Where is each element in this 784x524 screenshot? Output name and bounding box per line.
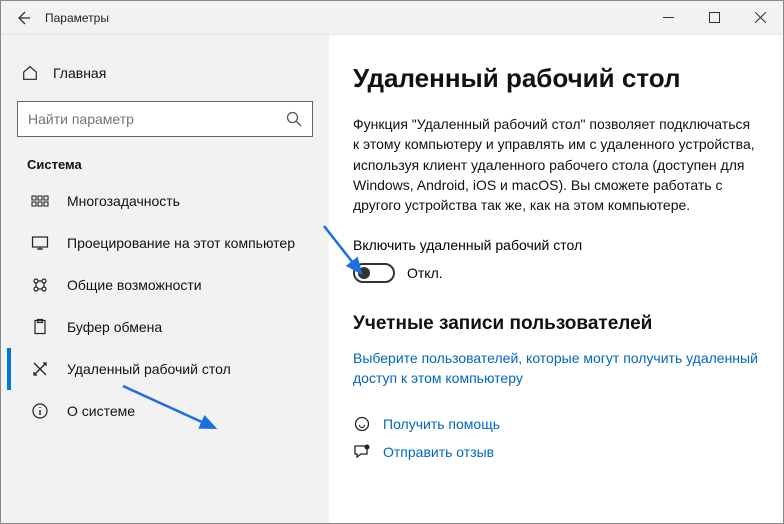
toggle-label: Включить удаленный рабочий стол [353, 237, 759, 253]
get-help-row[interactable]: Получить помощь [353, 415, 759, 433]
sidebar-item-multitasking[interactable]: Многозадачность [7, 180, 323, 222]
sidebar-section-title: Система [27, 157, 323, 172]
back-button[interactable] [1, 1, 45, 35]
sidebar-item-remote-desktop[interactable]: Удаленный рабочий стол [7, 348, 323, 390]
projecting-icon [31, 234, 49, 252]
feedback-link: Отправить отзыв [383, 444, 494, 460]
sidebar-home-label: Главная [53, 65, 106, 81]
sidebar-item-projecting[interactable]: Проецирование на этот компьютер [7, 222, 323, 264]
feedback-row[interactable]: Отправить отзыв [353, 443, 759, 461]
sidebar-nav: Многозадачность Проецирование на этот ко… [7, 180, 323, 432]
sidebar: Главная Система Многозадачность [1, 35, 329, 523]
sidebar-item-label: О системе [67, 403, 135, 419]
toggle-state-label: Откл. [407, 265, 443, 281]
about-icon [31, 402, 49, 420]
window-controls [645, 1, 783, 35]
minimize-button[interactable] [645, 1, 691, 35]
select-users-link[interactable]: Выберите пользователей, которые могут по… [353, 349, 759, 388]
content-pane: Удаленный рабочий стол Функция "Удаленны… [329, 35, 783, 523]
help-icon [353, 415, 371, 433]
sidebar-home[interactable]: Главная [7, 53, 323, 93]
sidebar-item-label: Буфер обмена [67, 319, 162, 335]
sidebar-item-shared[interactable]: Общие возможности [7, 264, 323, 306]
multitasking-icon [31, 192, 49, 210]
search-icon [286, 111, 302, 127]
feedback-icon [353, 443, 371, 461]
back-arrow-icon [15, 10, 31, 26]
close-button[interactable] [737, 1, 783, 35]
maximize-button[interactable] [691, 1, 737, 35]
sidebar-item-clipboard[interactable]: Буфер обмена [7, 306, 323, 348]
remote-desktop-toggle[interactable] [353, 263, 395, 283]
accounts-heading: Учетные записи пользователей [353, 313, 759, 335]
title-bar: Параметры [1, 1, 783, 35]
get-help-link: Получить помощь [383, 416, 500, 432]
sidebar-item-label: Многозадачность [67, 193, 180, 209]
sidebar-item-about[interactable]: О системе [7, 390, 323, 432]
page-description: Функция "Удаленный рабочий стол" позволя… [353, 114, 759, 215]
search-input[interactable] [28, 111, 286, 127]
remote-desktop-icon [31, 360, 49, 378]
search-box[interactable] [17, 101, 313, 137]
toggle-knob [358, 267, 370, 279]
home-icon [21, 64, 39, 82]
window-title: Параметры [45, 11, 109, 25]
page-heading: Удаленный рабочий стол [353, 63, 759, 94]
sidebar-item-label: Общие возможности [67, 277, 202, 293]
shared-experiences-icon [31, 276, 49, 294]
clipboard-icon [31, 318, 49, 336]
sidebar-item-label: Удаленный рабочий стол [67, 361, 231, 377]
sidebar-item-label: Проецирование на этот компьютер [67, 235, 295, 251]
